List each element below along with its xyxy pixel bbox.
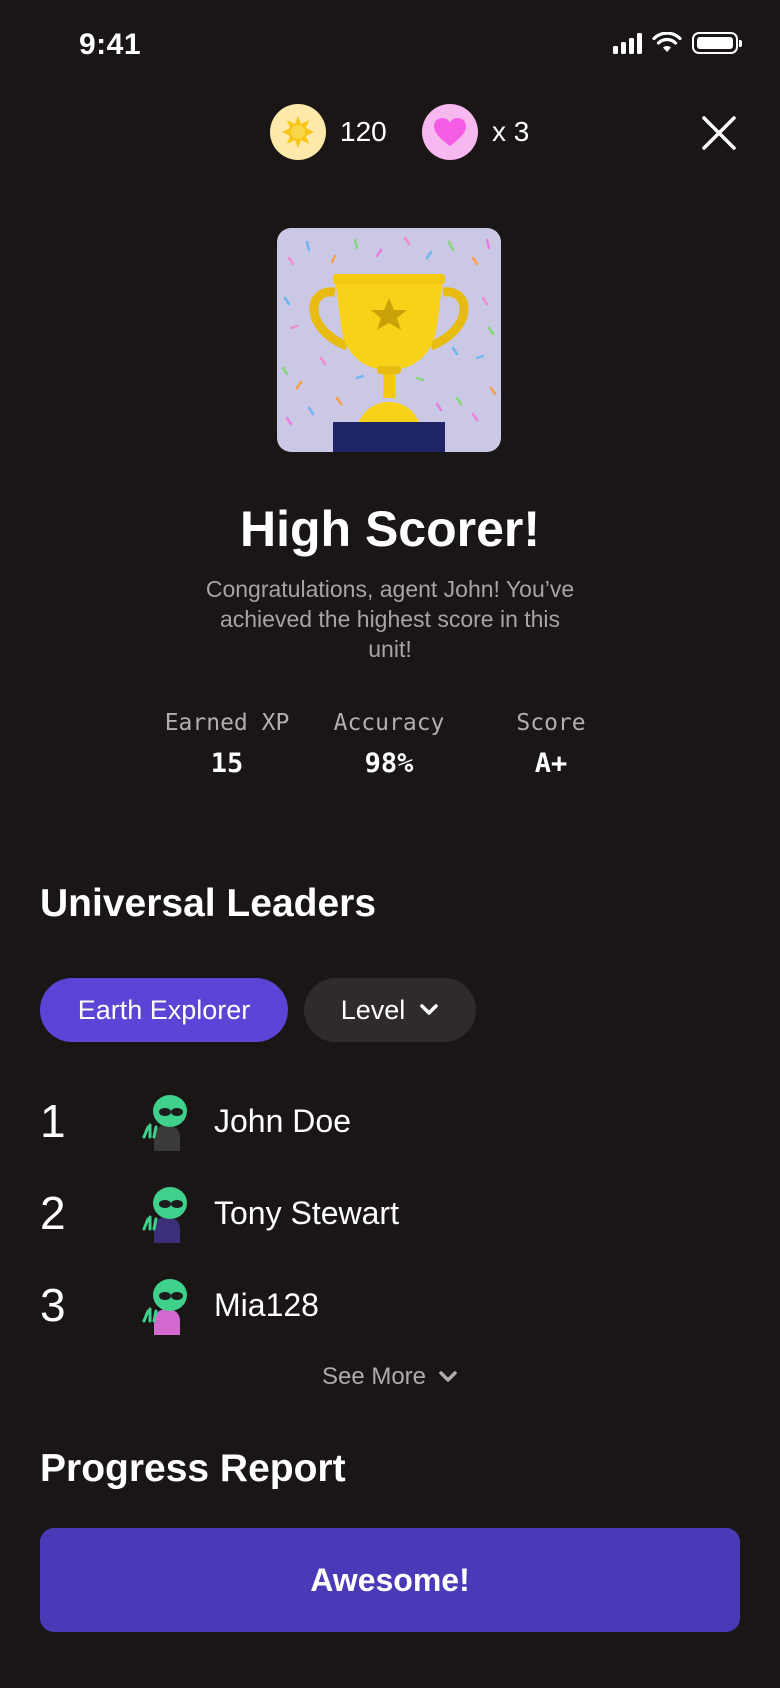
status-time: 9:41 (79, 28, 142, 61)
alien-avatar-icon (142, 1187, 187, 1243)
stat-score: Score A+ (490, 710, 612, 779)
stat-value: 98% (364, 748, 414, 779)
level-dropdown[interactable]: Level (304, 978, 476, 1042)
achievement-title: High Scorer! (239, 501, 541, 557)
status-bar: 9:41 (0, 0, 780, 92)
see-more-label: See More (321, 1363, 427, 1390)
battery-icon (692, 32, 742, 54)
leader-name: John Doe (214, 1102, 351, 1139)
stat-value: 15 (210, 748, 244, 779)
see-more-button[interactable]: See More (0, 1363, 780, 1391)
leader-rank: 2 (40, 1187, 66, 1239)
trophy-icon (281, 236, 497, 452)
stat-value: A+ (534, 748, 568, 779)
coin-count: 120 (340, 116, 387, 147)
progress-heading: Progress Report (40, 1447, 346, 1490)
leader-row[interactable]: 3 Mia128 (40, 1270, 740, 1340)
alien-avatar-icon (142, 1279, 187, 1335)
achievement-subtitle: Congratulations, agent John! You’ve achi… (205, 576, 575, 662)
leader-row[interactable]: 1 John Doe (40, 1086, 740, 1156)
trophy-card (277, 228, 501, 452)
leaders-heading: Universal Leaders (40, 882, 377, 925)
awesome-button[interactable]: Awesome! (40, 1528, 740, 1632)
chevron-down-icon (420, 1004, 439, 1015)
status-icons (613, 32, 742, 54)
close-icon (702, 116, 736, 150)
leader-row[interactable]: 2 Tony Stewart (40, 1178, 740, 1248)
stat-label: Earned XP (164, 710, 290, 736)
lives-count: x 3 (492, 116, 530, 147)
lives-counter: x 3 (422, 104, 529, 160)
close-button[interactable] (698, 112, 740, 154)
stat-accuracy: Accuracy 98% (318, 710, 460, 779)
sun-coin-icon (270, 104, 326, 160)
filter-earth-explorer[interactable]: Earth Explorer (40, 978, 288, 1042)
leader-rank: 1 (40, 1095, 66, 1147)
leader-filters: Earth Explorer Level (40, 978, 476, 1042)
alien-avatar-icon (142, 1095, 187, 1151)
leader-name: Tony Stewart (214, 1194, 399, 1231)
wifi-icon (652, 32, 682, 52)
coin-counter: 120 (270, 104, 387, 160)
stat-label: Score (516, 710, 586, 736)
chevron-down-icon (439, 1371, 457, 1382)
level-dropdown-label: Level (340, 994, 406, 1025)
leader-rank: 3 (40, 1279, 66, 1331)
heart-icon (422, 104, 478, 160)
stat-label: Accuracy (333, 710, 445, 736)
stat-earned-xp: Earned XP 15 (150, 710, 304, 779)
top-bar: 120 x 3 (0, 102, 780, 162)
leader-name: Mia128 (214, 1286, 319, 1323)
cellular-signal-icon (613, 32, 642, 54)
